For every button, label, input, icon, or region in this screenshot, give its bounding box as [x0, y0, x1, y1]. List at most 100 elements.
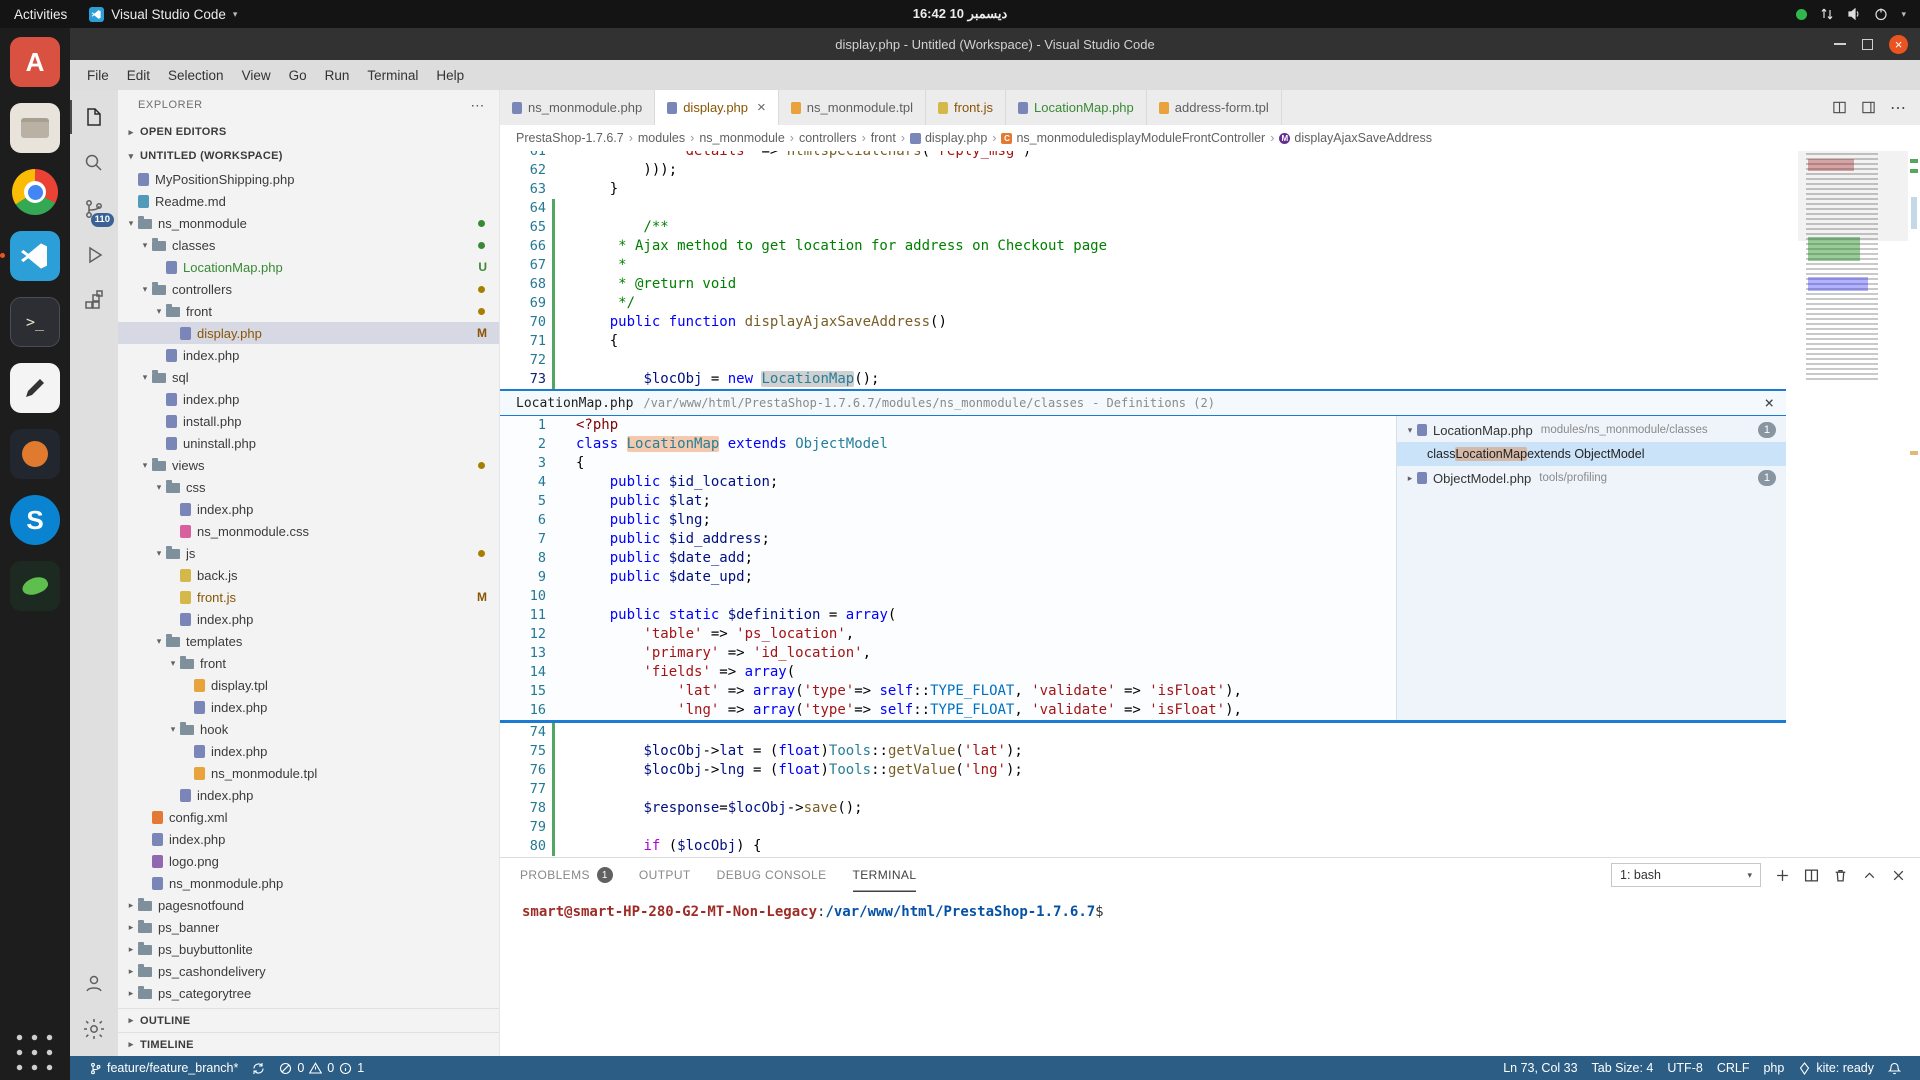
code-line-65[interactable]: 65 /**: [500, 218, 1920, 237]
tree-item-uninstall.php[interactable]: uninstall.php: [118, 432, 499, 454]
tree-item-views[interactable]: ▾ views: [118, 454, 499, 476]
tree-item-templates[interactable]: ▾ templates: [118, 630, 499, 652]
tree-item-index.php[interactable]: index.php: [118, 608, 499, 630]
code-line-62[interactable]: 62 )));: [500, 161, 1920, 180]
tree-item-index.php[interactable]: index.php: [118, 784, 499, 806]
tree-item-css[interactable]: ▾ css: [118, 476, 499, 498]
minimap[interactable]: [1798, 151, 1908, 389]
section-open-editors[interactable]: ▸ OPEN EDITORS: [118, 120, 499, 144]
code-line-80[interactable]: 80 if ($locObj) {: [500, 837, 1920, 856]
close-panel-icon[interactable]: [1891, 868, 1906, 883]
code-line-70[interactable]: 70 public function displayAjaxSaveAddres…: [500, 313, 1920, 332]
activity-source-control[interactable]: 110: [70, 186, 118, 232]
code-line-2[interactable]: 2 class LocationMap extends ObjectModel: [500, 435, 1396, 454]
clock[interactable]: 16:42 10 ديسمبر: [913, 6, 1008, 22]
peek-editor[interactable]: 1 <?php 2 class LocationMap extends ObjectM…: [500, 416, 1396, 720]
code-line-74[interactable]: 74: [500, 723, 1920, 742]
tree-item-Readme.md[interactable]: Readme.md: [118, 190, 499, 212]
code-line-76[interactable]: 76 $locObj->lng = (float)Tools::getValue…: [500, 761, 1920, 780]
tree-item-index.php[interactable]: index.php: [118, 828, 499, 850]
code-line-5[interactable]: 5 public $lat;: [500, 492, 1396, 511]
sync-button[interactable]: [245, 1062, 272, 1075]
dock-item-skype[interactable]: S: [10, 495, 60, 545]
code-line-6[interactable]: 6 public $lng;: [500, 511, 1396, 530]
code-line-68[interactable]: 68 * @return void: [500, 275, 1920, 294]
tree-item-config.xml[interactable]: config.xml: [118, 806, 499, 828]
language-mode[interactable]: php: [1756, 1061, 1791, 1075]
activities-button[interactable]: Activities: [14, 7, 67, 22]
code-line-11[interactable]: 11 public static $definition = array(: [500, 606, 1396, 625]
tree-item-controllers[interactable]: ▾ controllers: [118, 278, 499, 300]
code-line-78[interactable]: 78 $response=$locObj->save();: [500, 799, 1920, 818]
peek-result-file[interactable]: ▾ LocationMap.php modules/ns_monmodule/cla…: [1397, 418, 1786, 442]
menu-go[interactable]: Go: [280, 68, 316, 83]
peek-result-line[interactable]: class LocationMap extends ObjectModel: [1397, 442, 1786, 466]
tab-problems[interactable]: PROBLEMS 1: [520, 858, 613, 892]
tab-LocationMap.php[interactable]: LocationMap.php: [1006, 90, 1147, 125]
section-timeline[interactable]: ▸ TIMELINE: [118, 1032, 499, 1056]
dock-item-files[interactable]: [10, 103, 60, 153]
code-line-4[interactable]: 4 public $id_location;: [500, 473, 1396, 492]
volume-icon[interactable]: [1847, 7, 1861, 21]
code-line-14[interactable]: 14 'fields' => array(: [500, 663, 1396, 682]
tree-item-index.php[interactable]: index.php: [118, 344, 499, 366]
terminal-output[interactable]: smart@smart-HP-280-G2-MT-Non-Legacy:/var…: [500, 892, 1920, 1056]
tab-ns_monmodule.tpl[interactable]: ns_monmodule.tpl: [778, 90, 927, 125]
tree-item-index.php[interactable]: index.php: [118, 740, 499, 762]
activity-run-debug[interactable]: [70, 232, 118, 278]
show-applications-button[interactable]: [14, 1032, 56, 1074]
cursor-position[interactable]: Ln 73, Col 33: [1496, 1061, 1584, 1075]
dock-item-vscode[interactable]: [0, 231, 60, 281]
tree-item-front[interactable]: ▾ front: [118, 300, 499, 322]
dock-item-notes[interactable]: [10, 363, 60, 413]
breadcrumb-ns_monmodule[interactable]: ns_monmodule: [699, 131, 784, 145]
tree-item-logo.png[interactable]: logo.png: [118, 850, 499, 872]
notifications-button[interactable]: [1881, 1062, 1908, 1075]
split-editor-icon[interactable]: [1832, 100, 1847, 115]
tree-item-front.js[interactable]: front.js M: [118, 586, 499, 608]
menu-help[interactable]: Help: [427, 68, 473, 83]
breadcrumb-front[interactable]: front: [871, 131, 896, 145]
code-line-3[interactable]: 3{: [500, 454, 1396, 473]
breadcrumb-ns_monmoduledisplayModuleFrontController[interactable]: Cns_monmoduledisplayModuleFrontControlle…: [1001, 131, 1265, 145]
tab-address-form.tpl[interactable]: address-form.tpl: [1146, 90, 1282, 125]
tab-front.js[interactable]: front.js: [926, 90, 1007, 125]
code-line-13[interactable]: 13 'primary' => 'id_location',: [500, 644, 1396, 663]
breadcrumb-PrestaShop-1.7.6.7[interactable]: PrestaShop-1.7.6.7: [516, 131, 624, 145]
code-line-77[interactable]: 77: [500, 780, 1920, 799]
title-bar[interactable]: display.php - Untitled (Workspace) - Vis…: [70, 28, 1920, 60]
code-line-69[interactable]: 69 */: [500, 294, 1920, 313]
tab-debug-console[interactable]: DEBUG CONSOLE: [717, 858, 827, 892]
close-button[interactable]: ×: [1889, 34, 1908, 54]
minimize-button[interactable]: [1834, 43, 1846, 45]
menu-file[interactable]: File: [78, 68, 118, 83]
activity-explorer[interactable]: [70, 94, 118, 140]
code-line-72[interactable]: 72: [500, 351, 1920, 370]
tree-item-ns_monmodule.php[interactable]: ns_monmodule.php: [118, 872, 499, 894]
code-line-12[interactable]: 12 'table' => 'ps_location',: [500, 625, 1396, 644]
code-line-9[interactable]: 9 public $date_upd;: [500, 568, 1396, 587]
code-line-75[interactable]: 75 $locObj->lat = (float)Tools::getValue…: [500, 742, 1920, 761]
tree-item-ps_buybuttonlite[interactable]: ▸ ps_buybuttonlite: [118, 938, 499, 960]
code-line-64[interactable]: 64: [500, 199, 1920, 218]
git-branch-status[interactable]: feature/feature_branch*: [82, 1061, 245, 1075]
breadcrumb-controllers[interactable]: controllers: [799, 131, 857, 145]
code-line-1[interactable]: 1 <?php: [500, 416, 1396, 435]
tab-output[interactable]: OUTPUT: [639, 858, 691, 892]
menu-terminal[interactable]: Terminal: [358, 68, 427, 83]
problems-status[interactable]: 0 0 1: [272, 1061, 371, 1075]
peek-result-file[interactable]: ▸ ObjectModel.php tools/profiling 1: [1397, 466, 1786, 490]
eol-sequence[interactable]: CRLF: [1710, 1061, 1757, 1075]
tree-item-back.js[interactable]: back.js: [118, 564, 499, 586]
settings-button[interactable]: [70, 1006, 118, 1052]
tree-item-ns_monmodule[interactable]: ▾ ns_monmodule: [118, 212, 499, 234]
tree-item-ps_categorytree[interactable]: ▸ ps_categorytree: [118, 982, 499, 1004]
indentation[interactable]: Tab Size: 4: [1585, 1061, 1661, 1075]
tree-item-index.php[interactable]: index.php: [118, 388, 499, 410]
tree-item-hook[interactable]: ▾ hook: [118, 718, 499, 740]
tree-item-js[interactable]: ▾ js: [118, 542, 499, 564]
maximize-panel-icon[interactable]: [1862, 868, 1877, 883]
network-icon[interactable]: [1820, 7, 1834, 21]
tree-item-LocationMap.php[interactable]: LocationMap.php U: [118, 256, 499, 278]
code-line-71[interactable]: 71 {: [500, 332, 1920, 351]
